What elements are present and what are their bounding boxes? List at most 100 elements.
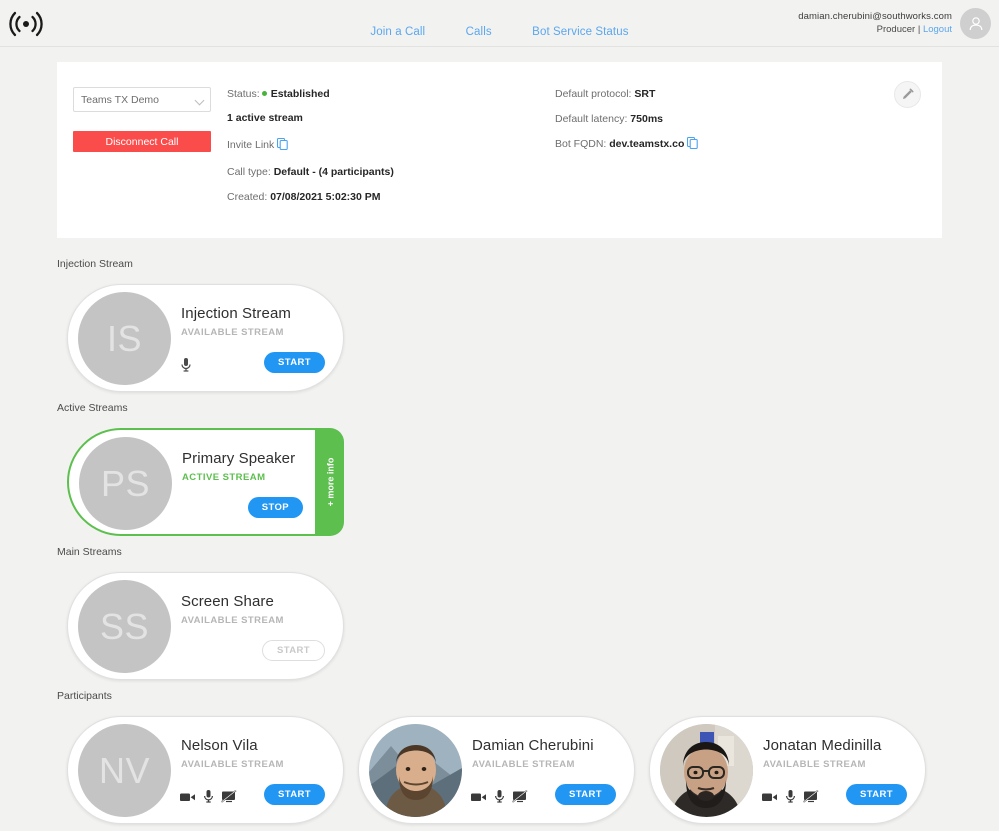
start-button[interactable]: START [555,784,616,805]
user-role-row: Producer | Logout [798,24,952,37]
user-account-block: damian.cherubini@southworks.com Producer… [798,8,991,39]
card-primary-speaker[interactable]: PS Primary Speaker ACTIVE STREAM STOP + … [67,428,344,536]
card-title: Screen Share [181,593,274,610]
active-stream-count: 1 active stream [227,112,303,124]
call-info-panel: Teams TX Demo Disconnect Call Status: Est… [57,62,942,238]
card-participant-damian-cherubini[interactable]: Damian Cherubini AVAILABLE STREAM START [358,716,635,824]
card-screen-share[interactable]: SS Screen Share AVAILABLE STREAM START [67,572,344,680]
call-controls: Teams TX Demo Disconnect Call [73,87,228,152]
invite-link-row: Invite Link [227,137,557,154]
latency-value: 750ms [630,113,663,125]
start-button[interactable]: START [264,352,325,373]
section-label-main-streams: Main Streams [57,546,122,558]
avatar-initials: NV [98,749,150,791]
avatar [369,724,462,817]
card-status: AVAILABLE STREAM [763,759,866,770]
bot-fqdn-row: Bot FQDN: dev.teamstx.co [555,136,885,153]
screen-share-off-icon [512,789,528,808]
avatar[interactable] [960,8,991,39]
copy-icon[interactable] [277,137,289,154]
status-dot-icon [261,91,267,97]
card-media-icons [180,789,237,809]
card-title: Jonatan Medinilla [763,737,882,754]
start-button[interactable]: START [846,784,907,805]
more-info-toggle[interactable]: + more info [317,428,344,536]
call-select-value: Teams TX Demo [81,93,159,106]
protocol-row: Default protocol: SRT [555,87,885,101]
start-button[interactable]: START [264,784,325,805]
status-value: Established [270,88,330,100]
video-camera-icon [471,790,487,808]
section-label-participants: Participants [57,690,112,702]
card-status: AVAILABLE STREAM [181,327,284,338]
avatar-photo [369,724,462,817]
card-title: Primary Speaker [182,450,296,467]
pencil-icon [903,88,914,99]
section-label-active-streams: Active Streams [57,402,128,414]
microphone-icon [180,357,192,378]
screen-share-off-icon [803,789,819,808]
user-email: damian.cherubini@southworks.com [798,10,952,22]
microphone-icon [494,789,505,809]
bot-fqdn-label: Bot FQDN: [555,138,607,150]
card-status: AVAILABLE STREAM [181,759,284,770]
avatar-photo [660,724,753,817]
protocol-label: Default protocol: [555,88,632,100]
stop-button[interactable]: STOP [247,497,303,518]
call-type-value: Default - (4 participants) [273,166,394,178]
nav-bot-service-status[interactable]: Bot Service Status [532,26,628,38]
card-status: ACTIVE STREAM [182,472,266,483]
invite-link-label: Invite Link [227,139,275,151]
user-role-label: Producer [876,23,916,35]
created-value: 07/08/2021 5:02:30 PM [270,191,381,203]
user-text: damian.cherubini@southworks.com Producer… [798,11,952,37]
user-role-separator: | [915,23,923,35]
card-status: AVAILABLE STREAM [472,759,575,770]
section-label-injection: Injection Stream [57,258,133,270]
microphone-icon [203,789,214,809]
card-participant-nelson-vila[interactable]: NV Nelson Vila AVAILABLE STREAM START [67,716,344,824]
nav-join-a-call[interactable]: Join a Call [370,26,425,38]
avatar: SS [78,580,171,673]
latency-row: Default latency: 750ms [555,112,885,126]
card-status: AVAILABLE STREAM [181,615,284,626]
more-info-label: + more info [325,457,336,507]
screen-share-off-icon [221,789,237,808]
avatar-initials: IS [106,317,142,359]
card-injection-stream[interactable]: IS Injection Stream AVAILABLE STREAM STA… [67,284,344,392]
call-details-left: Status: Established 1 active stream Invit… [227,87,557,215]
call-select[interactable]: Teams TX Demo [73,87,211,112]
avatar-initials: PS [100,462,151,504]
avatar: PS [79,437,172,530]
status-row: Status: Established [227,87,557,101]
card-media-icons [762,789,819,809]
card-title: Damian Cherubini [472,737,594,754]
card-media-icons [180,357,192,378]
top-header-bar: Join a Call Calls Bot Service Status dam… [0,0,999,47]
avatar: NV [78,724,171,817]
status-label: Status: [227,88,260,100]
copy-icon[interactable] [687,136,699,153]
avatar: IS [78,292,171,385]
avatar [660,724,753,817]
latency-label: Default latency: [555,113,628,125]
nav-calls[interactable]: Calls [466,26,492,38]
card-participant-jonatan-medinilla[interactable]: Jonatan Medinilla AVAILABLE STREAM START [649,716,926,824]
disconnect-call-button[interactable]: Disconnect Call [73,131,211,152]
logout-link[interactable]: Logout [923,24,952,35]
video-camera-icon [762,790,778,808]
card-media-icons [471,789,528,809]
call-type-label: Call type: [227,166,271,178]
call-type-row: Call type: Default - (4 participants) [227,165,557,179]
created-label: Created: [227,191,268,203]
microphone-icon [785,789,796,809]
protocol-value: SRT [634,88,656,100]
chevron-down-icon [194,95,205,106]
video-camera-icon [180,790,196,808]
card-title: Nelson Vila [181,737,258,754]
bot-fqdn-value: dev.teamstx.co [609,138,685,150]
edit-call-button[interactable] [894,81,921,108]
created-row: Created: 07/08/2021 5:02:30 PM [227,190,557,204]
user-icon [969,16,982,30]
call-details-right: Default protocol: SRT Default latency: 7… [555,87,885,164]
